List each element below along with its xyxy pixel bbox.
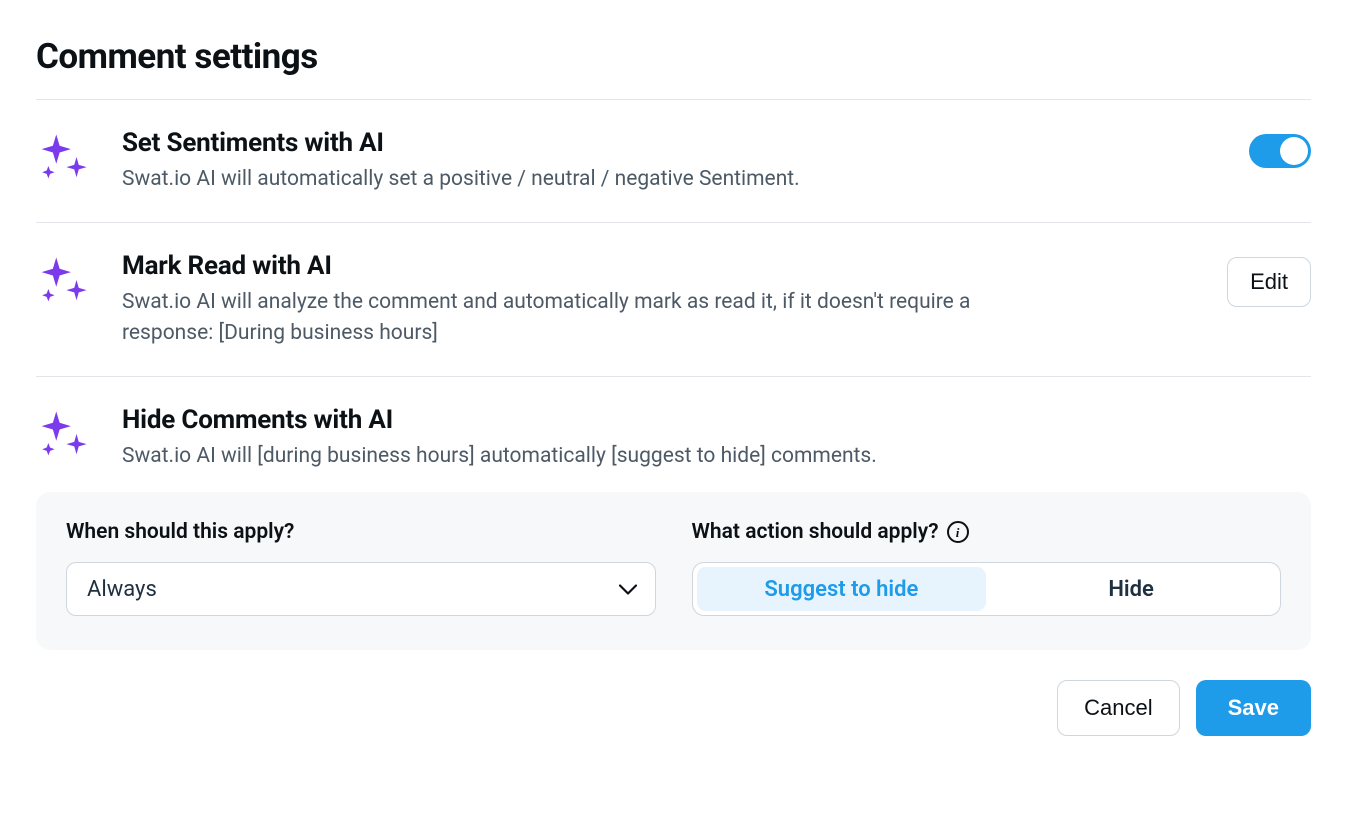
- setting-title-hide-comments: Hide Comments with AI: [122, 405, 1311, 435]
- setting-desc-mark-read: Swat.io AI will analyze the comment and …: [122, 287, 1002, 350]
- page-title: Comment settings: [36, 36, 1311, 77]
- toggle-knob: [1280, 137, 1308, 165]
- setting-desc-hide-comments: Swat.io AI will [during business hours] …: [122, 441, 1002, 473]
- setting-row-mark-read: Mark Read with AI Swat.io AI will analyz…: [36, 223, 1311, 376]
- config-label-when-text: When should this apply?: [66, 520, 294, 544]
- setting-title-sentiments: Set Sentiments with AI: [122, 128, 1221, 158]
- setting-row-sentiments: Set Sentiments with AI Swat.io AI will a…: [36, 100, 1311, 222]
- config-field-when: When should this apply? Always: [66, 520, 656, 616]
- footer-actions: Cancel Save: [36, 680, 1311, 736]
- when-select-value: Always: [87, 577, 157, 602]
- config-field-action: What action should apply? i Suggest to h…: [692, 520, 1282, 616]
- save-button[interactable]: Save: [1196, 680, 1311, 736]
- setting-title-mark-read: Mark Read with AI: [122, 251, 1199, 281]
- sparkle-icon: [36, 128, 94, 184]
- segment-hide[interactable]: Hide: [986, 567, 1276, 611]
- segment-suggest-to-hide[interactable]: Suggest to hide: [697, 567, 987, 611]
- config-label-when: When should this apply?: [66, 520, 656, 544]
- setting-desc-sentiments: Swat.io AI will automatically set a posi…: [122, 164, 1002, 196]
- hide-comments-config: When should this apply? Always What acti…: [36, 492, 1311, 650]
- sparkle-icon: [36, 405, 94, 461]
- action-segmented: Suggest to hide Hide: [692, 562, 1282, 616]
- chevron-down-icon: [619, 577, 637, 602]
- config-label-action-text: What action should apply?: [692, 520, 939, 544]
- sentiments-toggle[interactable]: [1249, 134, 1311, 168]
- info-icon[interactable]: i: [947, 521, 969, 543]
- edit-button[interactable]: Edit: [1227, 257, 1311, 307]
- sparkle-icon: [36, 251, 94, 307]
- setting-row-hide-comments: Hide Comments with AI Swat.io AI will [d…: [36, 377, 1311, 485]
- cancel-button[interactable]: Cancel: [1057, 680, 1179, 736]
- config-label-action: What action should apply? i: [692, 520, 1282, 544]
- when-select[interactable]: Always: [66, 562, 656, 616]
